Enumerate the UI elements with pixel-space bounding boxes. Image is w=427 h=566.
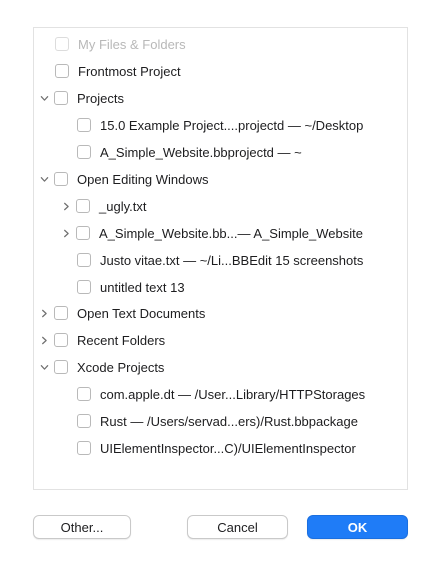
checkbox [55, 37, 69, 51]
tree-item-justo-vitae[interactable]: Justo vitae.txt — ~/Li...BBEdit 15 scree… [77, 247, 363, 273]
checkbox[interactable] [77, 280, 91, 294]
checkbox[interactable] [76, 199, 90, 213]
cancel-button[interactable]: Cancel [187, 515, 288, 539]
checkbox[interactable] [54, 306, 68, 320]
tree-item-label: My Files & Folders [78, 36, 186, 52]
chevron-right-icon[interactable] [37, 327, 51, 353]
tree-item-label: Justo vitae.txt — ~/Li...BBEdit 15 scree… [100, 252, 364, 268]
checkbox[interactable] [77, 145, 91, 159]
checkbox[interactable] [54, 91, 68, 105]
tree-item-example-project[interactable]: 15.0 Example Project....projectd — ~/Des… [77, 112, 363, 138]
chevron-down-icon[interactable] [37, 166, 51, 192]
tree-item-recent-folders[interactable]: Recent Folders [37, 327, 165, 353]
tree-item-label: com.apple.dt — /User...Library/HTTPStora… [100, 386, 366, 402]
checkbox[interactable] [76, 226, 90, 240]
tree-item-ui-element-inspector[interactable]: UIElementInspector...C)/UIElementInspect… [77, 435, 356, 461]
tree-item-com-apple-dt[interactable]: com.apple.dt — /User...Library/HTTPStora… [77, 381, 365, 407]
checkbox[interactable] [77, 118, 91, 132]
ok-button[interactable]: OK [307, 515, 408, 539]
tree-item-untitled-text[interactable]: untitled text 13 [77, 274, 185, 300]
source-tree: My Files & Folders Frontmost Project Pro… [33, 27, 408, 490]
tree-item-label: untitled text 13 [100, 279, 185, 295]
chevron-down-icon[interactable] [37, 354, 51, 380]
tree-item-label: Recent Folders [77, 332, 166, 348]
checkbox[interactable] [77, 253, 91, 267]
tree-item-simple-website-project[interactable]: A_Simple_Website.bbprojectd — ~ [77, 139, 302, 165]
tree-item-xcode-projects[interactable]: Xcode Projects [37, 354, 164, 380]
tree-item-rust[interactable]: Rust — /Users/servad...ers)/Rust.bbpacka… [77, 408, 358, 434]
tree-item-label: Xcode Projects [77, 359, 165, 375]
checkbox[interactable] [54, 172, 68, 186]
tree-item-label: UIElementInspector...C)/UIElementInspect… [100, 440, 356, 456]
tree-item-my-files-folders: My Files & Folders [55, 31, 186, 57]
tree-item-label: Open Text Documents [77, 305, 206, 321]
tree-item-projects[interactable]: Projects [37, 85, 124, 111]
tree-item-label: _ugly.txt [99, 198, 147, 214]
tree-item-frontmost-project[interactable]: Frontmost Project [55, 58, 181, 84]
checkbox[interactable] [77, 387, 91, 401]
checkbox[interactable] [55, 64, 69, 78]
tree-item-label: Open Editing Windows [77, 171, 209, 187]
tree-item-label: Frontmost Project [78, 63, 181, 79]
tree-item-simple-website-window[interactable]: A_Simple_Website.bb...— A_Simple_Website [59, 220, 363, 246]
checkbox[interactable] [77, 441, 91, 455]
checkbox[interactable] [77, 414, 91, 428]
chevron-right-icon[interactable] [59, 193, 73, 219]
tree-item-ugly-txt[interactable]: _ugly.txt [59, 193, 146, 219]
checkbox[interactable] [54, 360, 68, 374]
other-button[interactable]: Other... [33, 515, 131, 539]
tree-item-open-text-documents[interactable]: Open Text Documents [37, 300, 205, 326]
chevron-right-icon[interactable] [37, 300, 51, 326]
file-chooser-sheet: My Files & Folders Frontmost Project Pro… [0, 0, 427, 566]
chevron-down-icon[interactable] [37, 85, 51, 111]
tree-item-label: 15.0 Example Project....projectd — ~/Des… [100, 117, 364, 133]
tree-item-label: A_Simple_Website.bbprojectd — ~ [100, 144, 302, 160]
tree-item-label: Projects [77, 90, 124, 106]
checkbox[interactable] [54, 333, 68, 347]
chevron-right-icon[interactable] [59, 220, 73, 246]
tree-item-label: Rust — /Users/servad...ers)/Rust.bbpacka… [100, 413, 358, 429]
tree-item-label: A_Simple_Website.bb...— A_Simple_Website [99, 225, 363, 241]
tree-item-open-editing-windows[interactable]: Open Editing Windows [37, 166, 209, 192]
